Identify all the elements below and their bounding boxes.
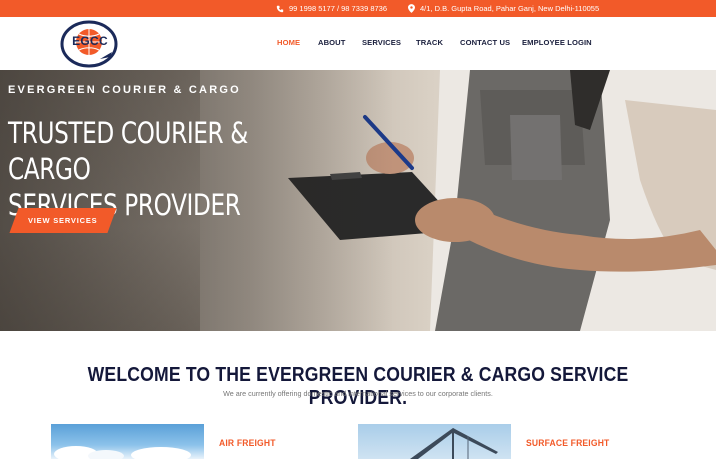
map-pin-icon [408,4,415,13]
phone-numbers: 99 1998 5177 / 98 7339 8736 [289,4,388,13]
nav-contact[interactable]: CONTACT US [460,38,510,47]
main-nav: HOME ABOUT SERVICES TRACK CONTACT US EMP… [0,17,716,70]
view-services-button[interactable]: VIEW SERVICES [9,208,117,233]
nav-about[interactable]: ABOUT [318,38,346,47]
site-header: EGCC HOME ABOUT SERVICES TRACK CONTACT U… [0,17,716,70]
hero-title: TRUSTED COURIER & CARGO SERVICES PROVIDE… [8,115,296,223]
office-address: 4/1, D.B. Gupta Road, Pahar Ganj, New De… [420,4,600,13]
nav-home[interactable]: HOME [277,38,300,47]
welcome-subtitle: We are currently offering domestic and i… [223,389,493,398]
view-services-label: VIEW SERVICES [28,216,98,225]
nav-employee-login[interactable]: EMPLOYEE LOGIN [522,38,592,47]
crane-image [410,428,498,459]
hero-subtitle: EVERGREEN COURIER & CARGO [8,84,241,96]
nav-services[interactable]: SERVICES [362,38,401,47]
surface-freight-image[interactable] [358,424,511,459]
welcome-heading: WELCOME TO THE EVERGREEN COURIER & CARGO… [87,364,629,409]
hero-banner: EVERGREEN COURIER & CARGO TRUSTED COURIE… [0,70,716,331]
top-contact-bar: 99 1998 5177 / 98 7339 8736 4/1, D.B. Gu… [0,0,716,17]
phone-icon [276,5,284,12]
phone-contact[interactable]: 99 1998 5177 / 98 7339 8736 [276,0,387,17]
address-contact: 4/1, D.B. Gupta Road, Pahar Ganj, New De… [408,0,599,17]
air-freight-image[interactable] [51,424,204,459]
air-freight-title[interactable]: AIR FREIGHT [219,438,276,449]
nav-track[interactable]: TRACK [416,38,443,47]
surface-freight-title[interactable]: SURFACE FREIGHT [526,438,609,449]
hero-title-line-1: TRUSTED COURIER & CARGO [8,116,248,186]
clouds-image [54,446,191,459]
